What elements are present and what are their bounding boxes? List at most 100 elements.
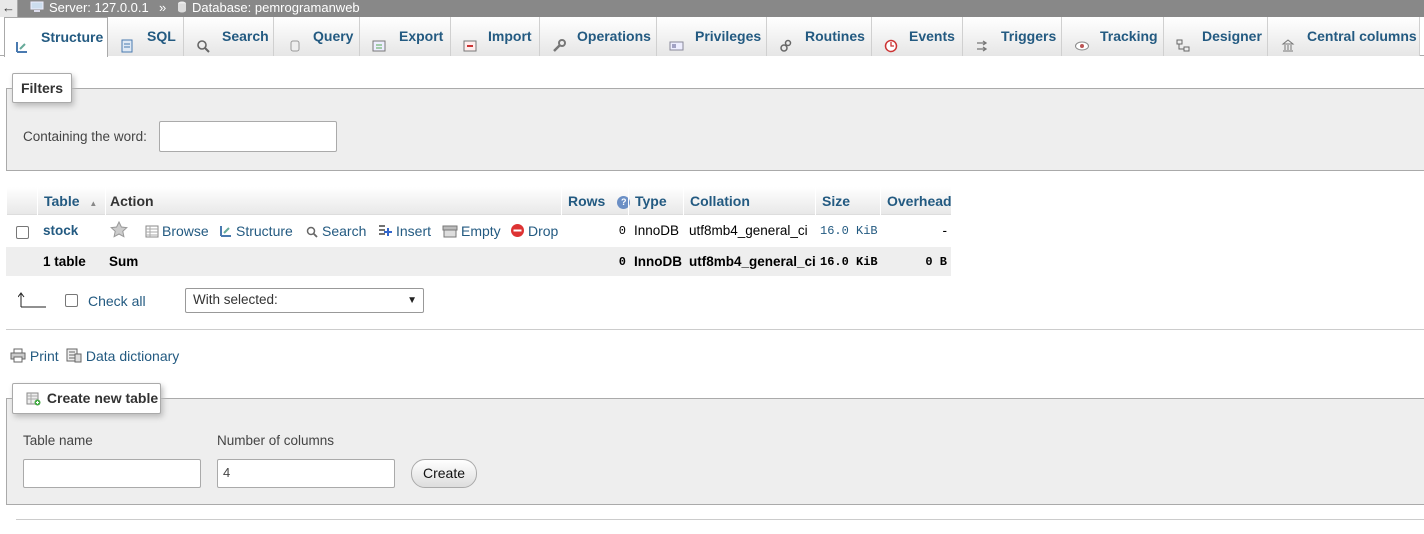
header-table-label: Table — [44, 193, 80, 209]
server-icon — [30, 1, 44, 16]
tab-routines[interactable]: Routines — [767, 17, 872, 56]
summary-label: Sum — [109, 254, 139, 269]
divider — [6, 329, 1424, 330]
header-table[interactable]: Table ▲ — [37, 187, 105, 215]
summary-overhead: 0 B — [925, 255, 947, 269]
search-action[interactable]: Search — [305, 215, 366, 247]
add-table-icon — [26, 392, 41, 406]
structure-label: Structure — [236, 223, 293, 239]
tab-operations[interactable]: Operations — [540, 17, 657, 56]
summary-size: 16.0 KiB — [820, 255, 878, 269]
print-link[interactable]: Print — [10, 348, 59, 364]
tab-query[interactable]: Query — [274, 17, 360, 56]
filters-legend: Filters — [12, 73, 72, 103]
structure-action[interactable]: Structure — [219, 215, 293, 247]
table-name-input[interactable] — [23, 459, 201, 488]
tab-export[interactable]: Export — [360, 17, 451, 56]
back-arrow-icon[interactable]: ← — [0, 0, 18, 17]
tab-events[interactable]: Events — [872, 17, 963, 56]
privileges-icon — [669, 29, 684, 51]
sort-asc-icon: ▲ — [89, 199, 98, 208]
chevron-down-icon: ▼ — [407, 295, 417, 306]
empty-icon — [442, 225, 458, 238]
with-selected-select[interactable]: With selected: ▼ — [185, 288, 424, 313]
routines-icon — [779, 29, 793, 52]
create-table-fieldset — [6, 398, 1424, 505]
tab-label: Routines — [805, 28, 865, 44]
row-checkbox[interactable] — [16, 226, 29, 239]
header-action: Action — [105, 187, 561, 215]
tab-tracking[interactable]: Tracking — [1062, 17, 1164, 56]
row-count: 0 — [618, 224, 626, 238]
summary-collation: utf8mb4_general_ci — [689, 254, 816, 269]
query-icon — [288, 29, 302, 52]
filter-input[interactable] — [159, 121, 337, 152]
breadcrumb-database-label: Database: pemrogramanweb — [192, 0, 360, 15]
header-size[interactable]: Size — [815, 187, 880, 215]
summary-type: InnoDB — [634, 254, 682, 269]
drop-action[interactable]: Drop — [510, 215, 558, 247]
search-label: Search — [322, 223, 367, 239]
tab-import[interactable]: Import — [451, 17, 540, 56]
browse-label: Browse — [162, 223, 209, 239]
central-columns-icon — [1281, 29, 1295, 52]
tab-label: Central columns — [1307, 28, 1417, 44]
print-label: Print — [29, 348, 59, 364]
summary-count: 1 table — [43, 254, 86, 269]
insert-icon — [379, 225, 392, 236]
tab-label: Search — [222, 28, 269, 44]
clock-icon — [884, 29, 898, 53]
header-rows[interactable]: Rows ? — [561, 187, 631, 215]
header-type[interactable]: Type — [628, 187, 683, 215]
tab-search[interactable]: Search — [184, 17, 274, 56]
tab-designer[interactable]: Designer — [1164, 17, 1268, 56]
eye-icon — [1074, 29, 1089, 51]
insert-action[interactable]: Insert — [377, 215, 431, 247]
designer-icon — [1176, 29, 1190, 52]
browse-icon — [145, 225, 159, 238]
tab-sql[interactable]: SQL — [108, 17, 184, 56]
tab-central-columns[interactable]: Central columns — [1268, 17, 1420, 56]
breadcrumb-separator: » — [159, 0, 167, 15]
structure-icon — [220, 226, 231, 237]
header-collation[interactable]: Collation — [683, 187, 815, 215]
summary-rows: 0 — [618, 255, 626, 269]
table-header-row: Table ▲ Action Rows ? Type Collation Siz… — [6, 187, 952, 215]
search-icon — [196, 29, 210, 53]
check-all-checkbox[interactable] — [65, 294, 78, 307]
data-dictionary-icon — [66, 348, 82, 363]
breadcrumb-server[interactable]: Server: 127.0.0.1 — [30, 0, 149, 17]
header-overhead[interactable]: Overhead — [880, 187, 952, 215]
create-button[interactable]: Create — [411, 459, 477, 488]
table-name-label: Table name — [23, 433, 93, 448]
number-of-columns-input[interactable]: 4 — [217, 459, 395, 488]
wrench-icon — [552, 29, 566, 52]
tab-privileges[interactable]: Privileges — [657, 17, 767, 56]
row-overhead: - — [942, 223, 948, 238]
tab-label: Query — [313, 28, 354, 44]
empty-action[interactable]: Empty — [442, 215, 501, 247]
print-icon — [10, 348, 26, 363]
server-breadcrumb-bar: ← Server: 127.0.0.1 » Database: pemrogra… — [0, 0, 1424, 17]
tab-label: Triggers — [1001, 28, 1057, 44]
row-size[interactable]: 16.0 KiB — [820, 215, 878, 247]
breadcrumb-database[interactable]: Database: pemrogramanweb — [177, 0, 360, 17]
tab-structure[interactable]: Structure — [4, 17, 108, 57]
tab-label: Import — [488, 28, 532, 44]
data-dictionary-label: Data dictionary — [85, 348, 180, 364]
drop-label: Drop — [528, 223, 559, 239]
tab-triggers[interactable]: Triggers — [963, 17, 1062, 56]
create-table-legend: Create new table — [12, 383, 161, 414]
search-icon — [306, 226, 318, 238]
table-name-link[interactable]: stock — [43, 215, 78, 247]
data-dictionary-link[interactable]: Data dictionary — [66, 348, 179, 364]
table-row: stock Browse Structure Search Insert Emp… — [6, 215, 951, 247]
tab-label: Structure — [41, 29, 104, 45]
favorite-star-icon[interactable] — [110, 215, 131, 247]
summary-row: 1 table Sum 0 InnoDB utf8mb4_general_ci … — [6, 247, 951, 276]
check-all-label[interactable]: Check all — [88, 293, 146, 309]
browse-action[interactable]: Browse — [145, 215, 209, 247]
import-icon — [463, 29, 477, 52]
main-tab-bar: Structure SQL Search Query Export Import… — [0, 17, 1424, 57]
row-collation: utf8mb4_general_ci — [689, 223, 808, 238]
